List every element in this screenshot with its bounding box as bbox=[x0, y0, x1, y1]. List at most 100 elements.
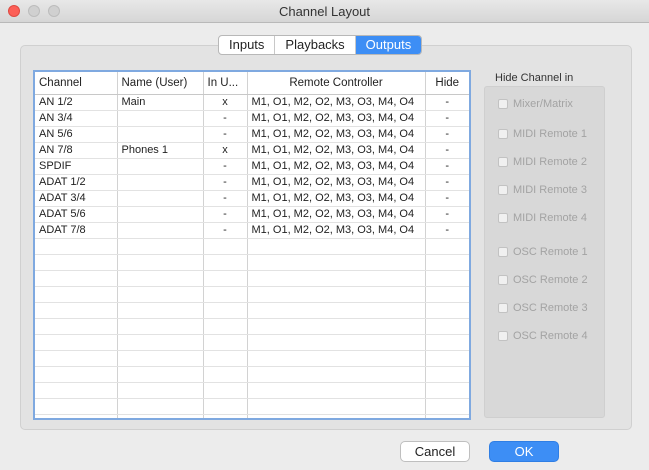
cell-in-use bbox=[203, 414, 248, 418]
table-row[interactable]: ADAT 1/2 - M1, O1, M2, O2, M3, O3, M4, O4- bbox=[35, 174, 469, 191]
column-header-channel[interactable]: Channel bbox=[35, 72, 118, 95]
column-header-in-use[interactable]: In U... bbox=[203, 72, 248, 95]
cell-hide: - bbox=[425, 158, 469, 175]
hide-in-midi-remote-1-checkbox[interactable]: MIDI Remote 1 bbox=[498, 127, 587, 141]
cell-in-use bbox=[203, 302, 248, 319]
cell-name bbox=[117, 366, 204, 383]
tab-playbacks[interactable]: Playbacks bbox=[275, 36, 356, 54]
cell-name bbox=[117, 206, 204, 223]
cell-in-use bbox=[203, 350, 248, 367]
table-row[interactable]: ADAT 7/8 - M1, O1, M2, O2, M3, O3, M4, O4- bbox=[35, 222, 469, 239]
column-header-name[interactable]: Name (User) bbox=[117, 72, 204, 95]
channel-table[interactable]: Channel Name (User) In U... Remote Contr… bbox=[33, 70, 471, 420]
cell-name: Phones 1 bbox=[117, 142, 204, 159]
cell-name bbox=[117, 222, 204, 239]
cell-in-use bbox=[203, 254, 248, 271]
checkbox-label: OSC Remote 1 bbox=[513, 246, 588, 258]
hide-in-osc-remote-2-checkbox[interactable]: OSC Remote 2 bbox=[498, 273, 588, 287]
checkbox-box[interactable] bbox=[498, 129, 508, 139]
table-row[interactable]: ADAT 5/6 - M1, O1, M2, O2, M3, O3, M4, O4- bbox=[35, 206, 469, 223]
table-row[interactable]: AN 7/8 Phones 1 x M1, O1, M2, O2, M3, O3, M… bbox=[35, 142, 469, 159]
hide-in-osc-remote-4-checkbox[interactable]: OSC Remote 4 bbox=[498, 329, 588, 343]
cell-in-use bbox=[203, 398, 248, 415]
table-row[interactable]: AN 1/2 Main x M1, O1, M2, O2, M3, O3, M4, O… bbox=[35, 94, 469, 111]
cell-in-use bbox=[203, 286, 248, 303]
cell-hide: - bbox=[425, 222, 469, 239]
table-row[interactable] bbox=[35, 318, 469, 335]
cell-channel bbox=[35, 270, 118, 287]
cell-remote-controller: M1, O1, M2, O2, M3, O3, M4, O4 bbox=[247, 158, 426, 175]
table-row[interactable] bbox=[35, 302, 469, 319]
cancel-button[interactable]: Cancel bbox=[400, 441, 470, 462]
checkbox-label: OSC Remote 4 bbox=[513, 330, 588, 342]
table-row[interactable] bbox=[35, 414, 469, 418]
tab-inputs[interactable]: Inputs bbox=[219, 36, 276, 54]
tab-outputs[interactable]: Outputs bbox=[355, 36, 422, 54]
cell-in-use bbox=[203, 334, 248, 351]
checkbox-box[interactable] bbox=[498, 185, 508, 195]
table-row[interactable] bbox=[35, 382, 469, 399]
cell-name bbox=[117, 382, 204, 399]
hide-in-osc-remote-3-checkbox[interactable]: OSC Remote 3 bbox=[498, 301, 588, 315]
checkbox-label: OSC Remote 3 bbox=[513, 302, 588, 314]
checkbox-label: OSC Remote 2 bbox=[513, 274, 588, 286]
cell-hide bbox=[425, 382, 469, 399]
checkbox-label: Mixer/Matrix bbox=[513, 98, 573, 110]
cell-hide bbox=[425, 238, 469, 255]
cell-hide: - bbox=[425, 206, 469, 223]
cell-hide: - bbox=[425, 126, 469, 143]
hide-in-midi-remote-4-checkbox[interactable]: MIDI Remote 4 bbox=[498, 211, 587, 225]
checkbox-box[interactable] bbox=[498, 157, 508, 167]
checkbox-box[interactable] bbox=[498, 247, 508, 257]
table-row[interactable]: ADAT 3/4 - M1, O1, M2, O2, M3, O3, M4, O4- bbox=[35, 190, 469, 207]
table-row[interactable]: SPDIF - M1, O1, M2, O2, M3, O3, M4, O4- bbox=[35, 158, 469, 175]
cell-remote-controller bbox=[247, 318, 426, 335]
cell-name bbox=[117, 334, 204, 351]
cell-in-use: x bbox=[203, 142, 248, 159]
table-row[interactable] bbox=[35, 350, 469, 367]
checkbox-box[interactable] bbox=[498, 99, 508, 109]
checkbox-box[interactable] bbox=[498, 213, 508, 223]
column-header-hide[interactable]: Hide bbox=[425, 72, 469, 95]
cell-channel bbox=[35, 318, 118, 335]
cell-remote-controller bbox=[247, 350, 426, 367]
hide-in-midi-remote-2-checkbox[interactable]: MIDI Remote 2 bbox=[498, 155, 587, 169]
table-row[interactable] bbox=[35, 238, 469, 255]
cell-in-use bbox=[203, 366, 248, 383]
hide-in-mixer-matrix-checkbox[interactable]: Mixer/Matrix bbox=[498, 97, 573, 111]
cell-name bbox=[117, 286, 204, 303]
column-header-remote-controller[interactable]: Remote Controller bbox=[247, 72, 426, 95]
cell-name bbox=[117, 414, 204, 418]
table-row[interactable]: AN 5/6 - M1, O1, M2, O2, M3, O3, M4, O4- bbox=[35, 126, 469, 143]
table-row[interactable] bbox=[35, 334, 469, 351]
cell-channel: ADAT 7/8 bbox=[35, 222, 118, 239]
cell-hide bbox=[425, 398, 469, 415]
checkbox-box[interactable] bbox=[498, 331, 508, 341]
cell-channel: ADAT 3/4 bbox=[35, 190, 118, 207]
table-row[interactable] bbox=[35, 254, 469, 271]
cell-name bbox=[117, 270, 204, 287]
table-row[interactable] bbox=[35, 270, 469, 287]
cell-remote-controller: M1, O1, M2, O2, M3, O3, M4, O4 bbox=[247, 222, 426, 239]
table-row[interactable] bbox=[35, 398, 469, 415]
table-row[interactable] bbox=[35, 366, 469, 383]
cell-name bbox=[117, 318, 204, 335]
ok-button[interactable]: OK bbox=[489, 441, 559, 462]
cell-name bbox=[117, 398, 204, 415]
cell-name bbox=[117, 302, 204, 319]
cell-in-use: - bbox=[203, 206, 248, 223]
cell-hide: - bbox=[425, 142, 469, 159]
table-row[interactable]: AN 3/4 - M1, O1, M2, O2, M3, O3, M4, O4- bbox=[35, 110, 469, 127]
hide-in-osc-remote-1-checkbox[interactable]: OSC Remote 1 bbox=[498, 245, 588, 259]
checkbox-box[interactable] bbox=[498, 303, 508, 313]
checkbox-label: MIDI Remote 2 bbox=[513, 156, 587, 168]
cell-hide bbox=[425, 350, 469, 367]
cell-channel bbox=[35, 398, 118, 415]
checkbox-box[interactable] bbox=[498, 275, 508, 285]
cell-name bbox=[117, 110, 204, 127]
table-row[interactable] bbox=[35, 286, 469, 303]
hide-in-midi-remote-3-checkbox[interactable]: MIDI Remote 3 bbox=[498, 183, 587, 197]
cell-remote-controller bbox=[247, 414, 426, 418]
cell-name bbox=[117, 174, 204, 191]
cell-channel bbox=[35, 254, 118, 271]
